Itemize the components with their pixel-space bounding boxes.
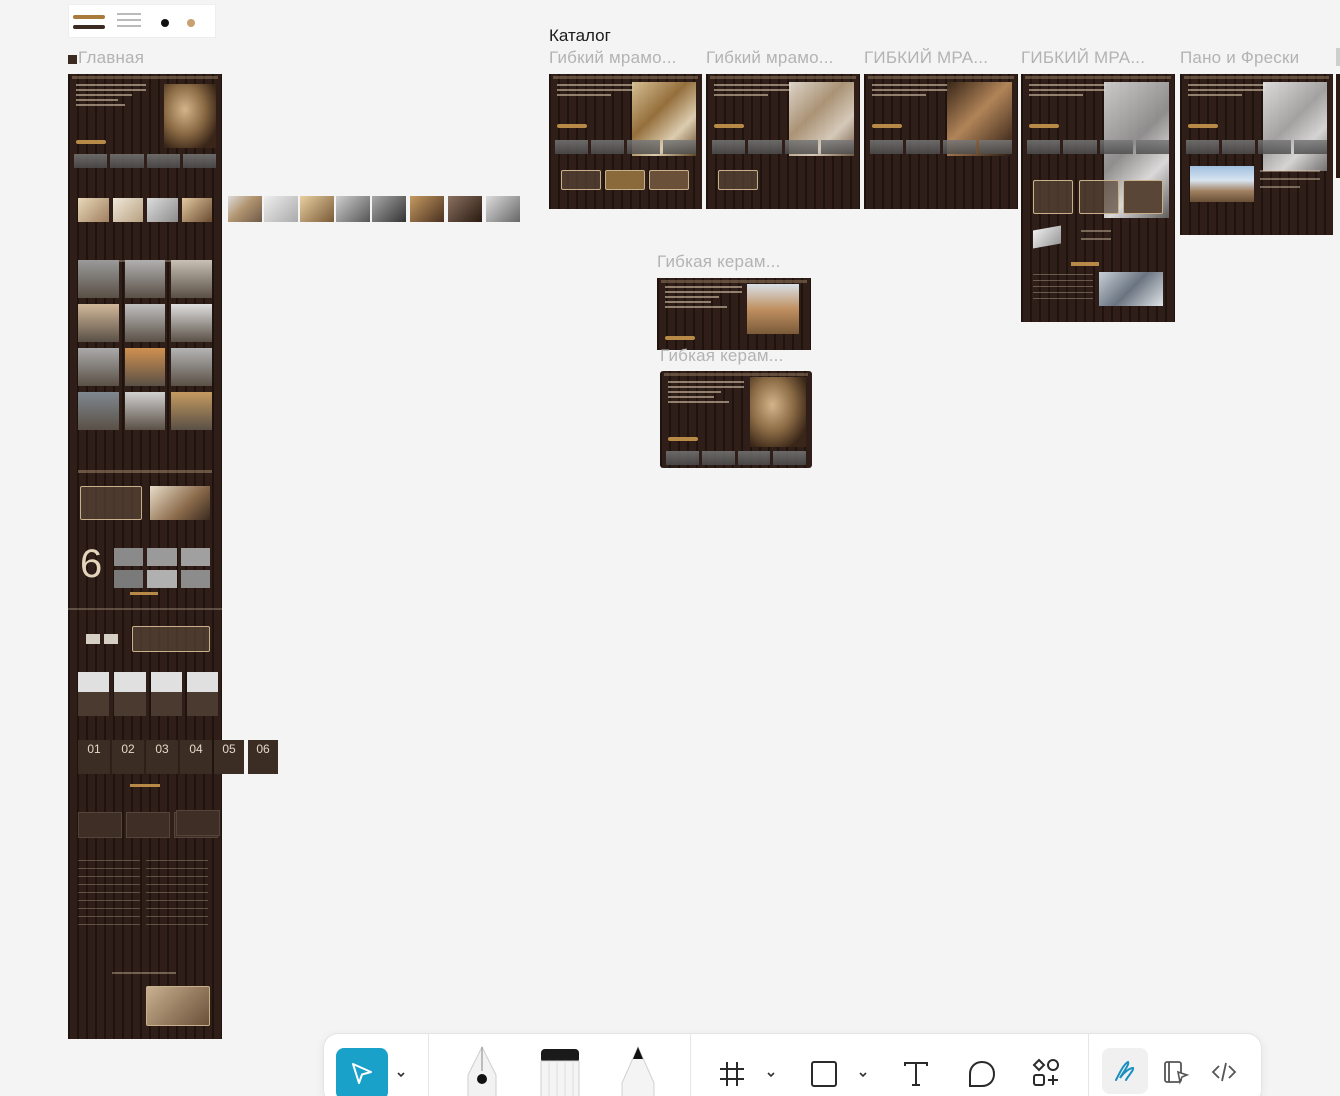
frame-label-catalog-3[interactable]: ГИБКИЙ МРА...	[864, 48, 1014, 68]
style-guide-thumbnail[interactable]	[68, 4, 216, 38]
step-card-overflow: 05	[214, 740, 244, 774]
frame-catalog-5[interactable]	[1180, 74, 1333, 235]
move-tool-button[interactable]	[336, 1048, 388, 1096]
dev-mode-button[interactable]	[1158, 1056, 1194, 1088]
contact-chip	[104, 634, 118, 644]
rectangle-icon	[811, 1061, 837, 1087]
components-tool-button[interactable]	[1028, 1056, 1064, 1090]
style-text-line	[117, 19, 141, 21]
frame-label-catalog-6-partial	[1336, 48, 1340, 66]
gallery-image	[336, 196, 370, 222]
code-button[interactable]	[1206, 1056, 1242, 1088]
footer-card	[146, 986, 210, 1026]
style-text-line	[117, 13, 141, 15]
bottom-toolbar	[324, 1034, 1261, 1096]
gallery-image	[486, 196, 520, 222]
draw-mode-button[interactable]	[1102, 1048, 1148, 1094]
code-icon	[1211, 1062, 1237, 1082]
brush-icon	[540, 1049, 580, 1096]
frame-catalog-1[interactable]	[549, 74, 702, 209]
ticker-line	[68, 608, 222, 610]
gallery-image	[300, 196, 334, 222]
pen-icon	[467, 1045, 497, 1096]
promo-divider	[78, 470, 212, 473]
pen-tool-button[interactable]	[456, 1038, 508, 1096]
frame-nav	[72, 76, 218, 79]
frame-catalog-3[interactable]	[864, 74, 1018, 209]
frame-label-catalog-1[interactable]: Гибкий мрамо...	[549, 48, 699, 68]
style-swatch-gold	[73, 15, 105, 19]
frame-ceramic-2[interactable]	[660, 371, 812, 468]
material-swatches-row	[78, 198, 212, 222]
rectangle-tool-button[interactable]	[806, 1058, 842, 1090]
frame-label-main[interactable]: Главная	[68, 48, 144, 68]
years-images-grid	[114, 548, 210, 588]
gallery-image	[410, 196, 444, 222]
footer-line	[112, 972, 176, 974]
frame-label-ceramic-2[interactable]: Гибкая керам...	[660, 346, 810, 366]
frame-catalog-6-partial[interactable]	[1336, 74, 1340, 178]
frame-label-catalog-5[interactable]: Пано и Фрески	[1180, 48, 1330, 68]
step-card: 04	[180, 740, 212, 774]
move-icon	[352, 1063, 372, 1084]
frame-ceramic-1[interactable]	[657, 278, 811, 350]
pencil-tool-button[interactable]	[612, 1042, 664, 1096]
frame-tool-button[interactable]	[714, 1058, 750, 1090]
style-swatch-dark	[73, 25, 105, 29]
toolbar-divider	[690, 1034, 691, 1096]
step-card: 01	[78, 740, 110, 774]
frame-catalog-4[interactable]	[1021, 74, 1175, 322]
promo-image	[150, 486, 210, 520]
hero-text	[76, 84, 146, 109]
comment-icon	[969, 1060, 996, 1087]
faq-list-left	[78, 860, 140, 926]
gallery-image	[264, 196, 298, 222]
gallery-image	[372, 196, 406, 222]
years-button	[130, 592, 158, 595]
catalog-cards-grid	[78, 260, 212, 430]
components-icon	[1032, 1058, 1059, 1086]
section-catalog-label[interactable]: Каталог	[549, 26, 611, 46]
toolbar-divider	[428, 1034, 429, 1096]
toolbar-divider	[1088, 1034, 1089, 1096]
frame-label-catalog-2[interactable]: Гибкий мрамо...	[706, 48, 856, 68]
step-card: 03	[146, 740, 178, 774]
style-color-gold	[187, 19, 195, 27]
step-card-overflow: 06	[248, 740, 278, 774]
steps-button	[130, 784, 160, 787]
advantages-row	[78, 672, 218, 716]
brush-tool-button[interactable]	[532, 1042, 588, 1096]
years-number: 6	[80, 542, 103, 586]
gallery-image	[228, 196, 262, 222]
frame-label-text: Главная	[78, 48, 145, 67]
chevron-down-icon[interactable]	[766, 1070, 776, 1080]
frame-label-catalog-4[interactable]: ГИБКИЙ МРА...	[1021, 48, 1171, 68]
style-color-black	[161, 19, 169, 27]
frame-icon	[720, 1062, 744, 1086]
promo-card	[80, 486, 142, 520]
hero-spiral-stair-image	[164, 84, 216, 148]
step-card: 02	[112, 740, 144, 774]
frame-label-ceramic-1[interactable]: Гибкая керам...	[657, 252, 807, 272]
text-tool-button[interactable]	[898, 1058, 934, 1090]
steps-row: 01 02 03 04	[78, 740, 212, 774]
contact-card	[132, 626, 210, 652]
draw-mode-icon	[1115, 1060, 1135, 1081]
hero-tiles	[74, 154, 216, 168]
comment-tool-button[interactable]	[964, 1058, 1000, 1090]
hero-button	[76, 140, 106, 144]
dev-mode-icon	[1164, 1061, 1190, 1085]
frame-main-page[interactable]: 6 01 02 03 04	[68, 74, 222, 1039]
chevron-down-icon[interactable]	[396, 1070, 406, 1080]
pencil-icon	[621, 1045, 655, 1096]
chevron-down-icon[interactable]	[858, 1070, 868, 1080]
faq-list-right	[146, 860, 208, 926]
review-card-overflow	[176, 810, 220, 836]
frame-catalog-2[interactable]	[706, 74, 860, 209]
frame-icon-small	[68, 55, 77, 64]
gallery-image	[448, 196, 482, 222]
text-icon	[904, 1062, 928, 1086]
contact-chip	[86, 634, 100, 644]
style-text-line	[117, 25, 141, 27]
